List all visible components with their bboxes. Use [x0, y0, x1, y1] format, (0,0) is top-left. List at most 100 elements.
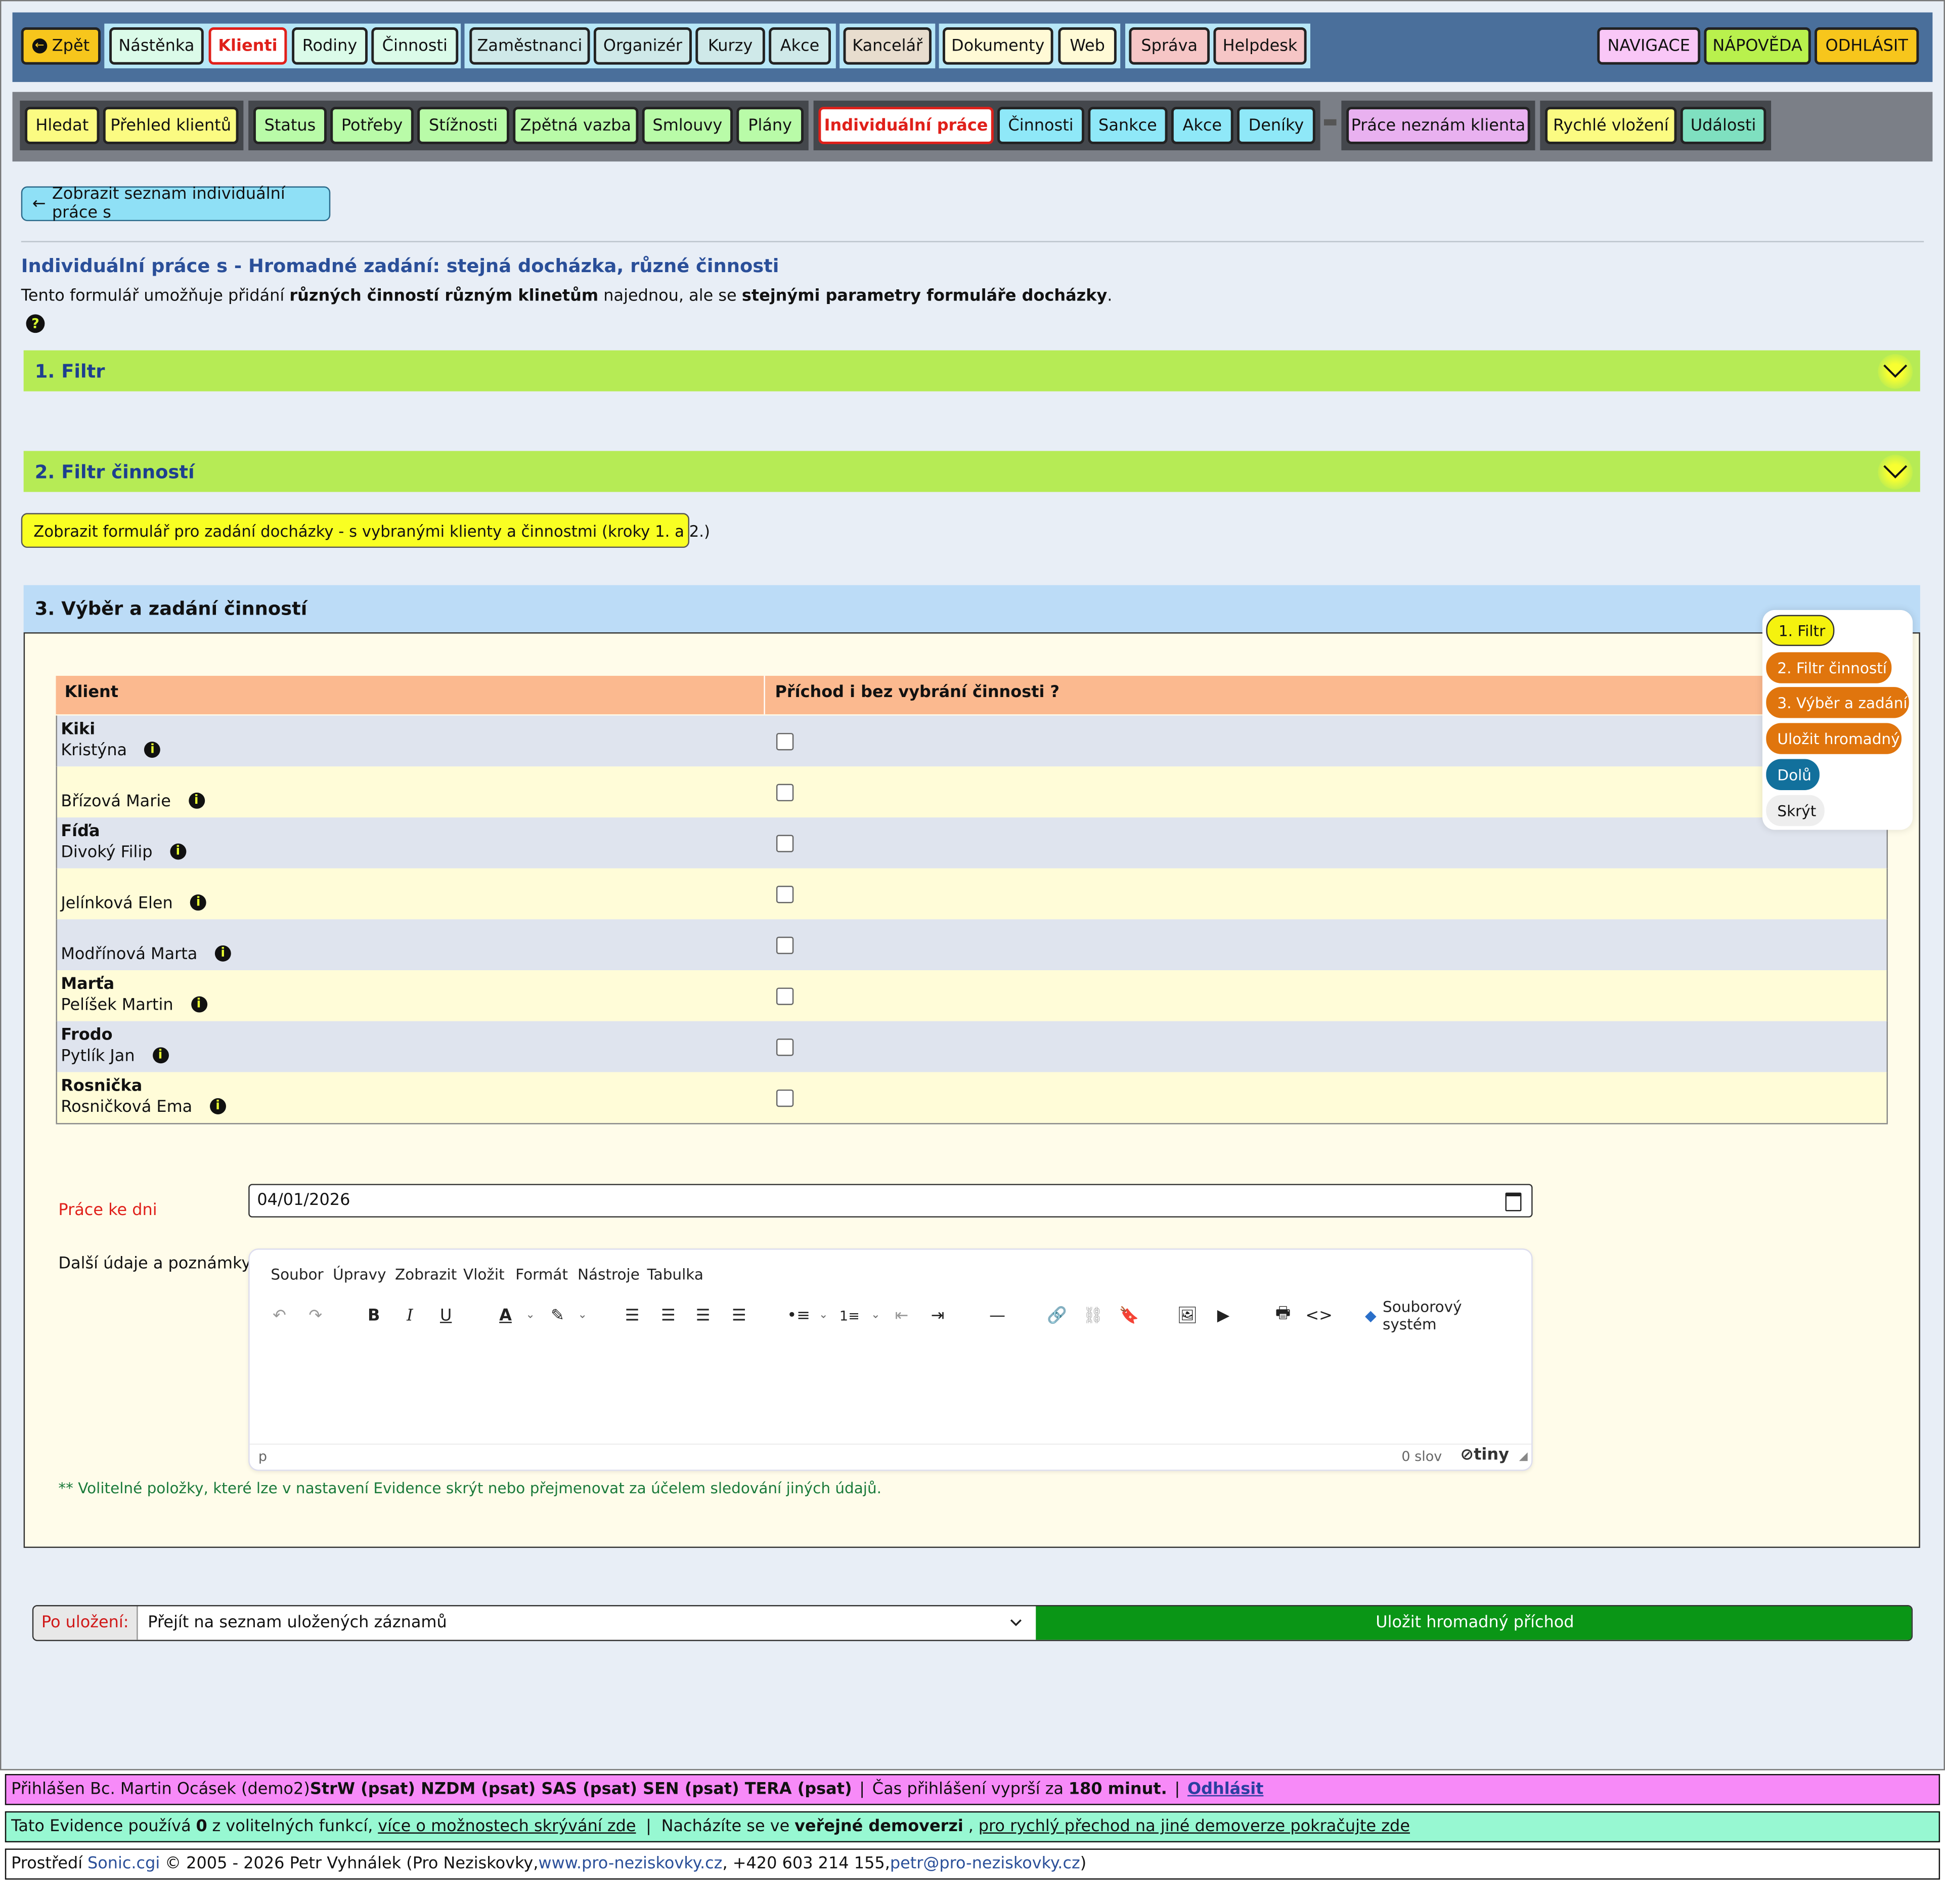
arrival-checkbox[interactable]	[776, 835, 794, 852]
after-save-select[interactable]: Přejít na seznam uložených záznamů	[138, 1606, 1035, 1639]
side-activity-filter[interactable]: 2. Filtr činností	[1766, 652, 1892, 683]
nav-clients[interactable]: Klienti	[208, 27, 287, 65]
menu-view[interactable]: Zobrazit	[395, 1266, 457, 1283]
align-justify-icon[interactable]: ☰	[724, 1301, 754, 1330]
bold-icon[interactable]: B	[359, 1301, 389, 1330]
arrival-checkbox[interactable]	[776, 1089, 794, 1107]
align-right-icon[interactable]: ☰	[688, 1301, 718, 1330]
chevron-down-icon[interactable]	[1878, 454, 1913, 490]
subnav-diaries[interactable]: Deníky	[1237, 107, 1315, 144]
info-icon[interactable]: i	[214, 945, 231, 962]
align-center-icon[interactable]: ☰	[653, 1301, 683, 1330]
arrival-checkbox[interactable]	[776, 732, 794, 751]
chevron-down-icon[interactable]: ⌄	[809, 1301, 838, 1330]
nav-admin[interactable]: Správa	[1129, 27, 1210, 65]
redo-icon[interactable]: ↷	[300, 1301, 330, 1330]
nav-employees[interactable]: Zaměstnanci	[469, 27, 590, 65]
media-icon[interactable]: ▶	[1209, 1301, 1239, 1330]
info-icon[interactable]: i	[169, 843, 186, 860]
chevron-down-icon[interactable]: ⌄	[567, 1301, 597, 1330]
element-path[interactable]: p	[258, 1449, 267, 1465]
side-selection[interactable]: 3. Výběr a zadání	[1766, 687, 1909, 718]
chevron-down-icon[interactable]: ⌄	[515, 1301, 545, 1330]
info-icon[interactable]: i	[152, 1047, 168, 1064]
side-filter[interactable]: 1. Filtr	[1766, 615, 1835, 646]
image-icon[interactable]: 🖼	[1172, 1301, 1202, 1330]
word-count[interactable]: 0 slov	[1401, 1449, 1442, 1465]
nav-dashboard[interactable]: Nástěnka	[109, 27, 204, 65]
nav-families[interactable]: Rodiny	[292, 27, 368, 65]
subnav-sanctions[interactable]: Sankce	[1088, 107, 1168, 144]
section-activity-filter-header[interactable]: 2. Filtr činností	[23, 451, 1920, 492]
menu-tools[interactable]: Nástroje	[578, 1266, 640, 1283]
email-link[interactable]: petr@pro-neziskovky.cz	[890, 1855, 1080, 1874]
website-link[interactable]: www.pro-neziskovky.cz	[538, 1855, 722, 1874]
section-filter-header[interactable]: 1. Filtr	[23, 350, 1920, 392]
menu-table[interactable]: Tabulka	[647, 1266, 703, 1283]
source-code-icon[interactable]: <>	[1304, 1301, 1334, 1330]
info-icon[interactable]: i	[209, 1098, 226, 1114]
rich-text-editor[interactable]: Soubor Úpravy Zobrazit Vložit Formát Nás…	[248, 1248, 1533, 1471]
subnav-plans[interactable]: Plány	[736, 107, 804, 144]
help-question-icon[interactable]: ?	[26, 314, 45, 333]
indent-icon[interactable]: ⇥	[923, 1301, 953, 1330]
subnav-feedback[interactable]: Zpětná vazba	[513, 107, 639, 144]
nav-helpdesk[interactable]: Helpdesk	[1213, 27, 1307, 65]
subnav-individual-work[interactable]: Individuální práce	[818, 107, 994, 144]
undo-icon[interactable]: ↶	[264, 1301, 294, 1330]
sonic-link[interactable]: Sonic.cgi	[87, 1855, 160, 1874]
info-icon[interactable]: i	[188, 792, 205, 809]
subnav-complaints[interactable]: Stížnosti	[417, 107, 509, 144]
info-icon[interactable]: i	[144, 742, 161, 758]
info-icon[interactable]: i	[191, 996, 207, 1013]
subnav-actions[interactable]: Akce	[1171, 107, 1233, 144]
align-left-icon[interactable]: ☰	[617, 1301, 647, 1330]
menu-insert[interactable]: Vložit	[463, 1266, 505, 1283]
chevron-down-icon[interactable]	[1878, 354, 1913, 389]
arrival-checkbox[interactable]	[776, 784, 794, 802]
subnav-needs[interactable]: Potřeby	[330, 107, 414, 144]
nav-courses[interactable]: Kurzy	[695, 27, 765, 65]
arrival-checkbox[interactable]	[776, 886, 794, 903]
unlink-icon[interactable]: ⛓	[1078, 1301, 1108, 1330]
subnav-client-overview[interactable]: Přehled klientů	[103, 107, 239, 144]
show-attendance-form-button[interactable]: Zobrazit formulář pro zadání docházky - …	[21, 513, 710, 548]
navigation-button[interactable]: NAVIGACE	[1597, 27, 1701, 65]
nav-documents[interactable]: Dokumenty	[943, 27, 1053, 65]
subnav-unknown-client-work[interactable]: Práce neznám klienta	[1346, 107, 1530, 144]
italic-icon[interactable]: I	[395, 1301, 425, 1330]
resize-handle-icon[interactable]: ◢	[1519, 1451, 1528, 1463]
calendar-icon[interactable]	[1505, 1192, 1522, 1211]
menu-format[interactable]: Formát	[515, 1266, 568, 1283]
file-system-button[interactable]: ◆ Souborový systém	[1365, 1298, 1514, 1333]
footer-logout-link[interactable]: Odhlásit	[1187, 1780, 1263, 1799]
numbered-list-icon[interactable]: 1≡	[834, 1301, 864, 1330]
link-icon[interactable]: 🔗	[1042, 1301, 1072, 1330]
date-input[interactable]: 04/01/2026	[248, 1184, 1533, 1218]
subnav-status[interactable]: Status	[253, 107, 327, 144]
menu-edit[interactable]: Úpravy	[333, 1266, 386, 1283]
side-save[interactable]: Uložit hromadný	[1766, 723, 1902, 754]
subnav-search[interactable]: Hledat	[25, 107, 100, 144]
section-selection-header[interactable]: 3. Výběr a zadání činností	[23, 585, 1920, 633]
nav-events[interactable]: Akce	[769, 27, 831, 65]
menu-file[interactable]: Soubor	[271, 1266, 323, 1283]
logout-button[interactable]: ODHLÁSIT	[1815, 27, 1919, 65]
side-hide[interactable]: Skrýt	[1766, 795, 1825, 827]
arrival-checkbox[interactable]	[776, 1038, 794, 1056]
demo-switch-link[interactable]: pro rychlý přechod na jiné demoverze pok…	[979, 1818, 1410, 1836]
nav-organizer[interactable]: Organizér	[593, 27, 692, 65]
evidence-options-link[interactable]: více o možnostech skrývání zde	[378, 1818, 636, 1836]
tiny-logo[interactable]: ⊘tiny	[1460, 1446, 1509, 1465]
underline-icon[interactable]: U	[431, 1301, 461, 1330]
nav-web[interactable]: Web	[1058, 27, 1117, 65]
nav-office[interactable]: Kancelář	[843, 27, 932, 65]
horizontal-line-icon[interactable]: —	[983, 1301, 1012, 1330]
chevron-down-icon[interactable]: ⌄	[861, 1301, 891, 1330]
arrival-checkbox[interactable]	[776, 936, 794, 955]
subnav-activities[interactable]: Činnosti	[997, 107, 1085, 144]
bookmark-icon[interactable]: 🔖	[1114, 1301, 1144, 1330]
save-bulk-arrival-button[interactable]: Uložit hromadný příchod	[1036, 1606, 1912, 1640]
help-button[interactable]: NÁPOVĚDA	[1704, 27, 1811, 65]
nav-activities[interactable]: Činnosti	[371, 27, 459, 65]
